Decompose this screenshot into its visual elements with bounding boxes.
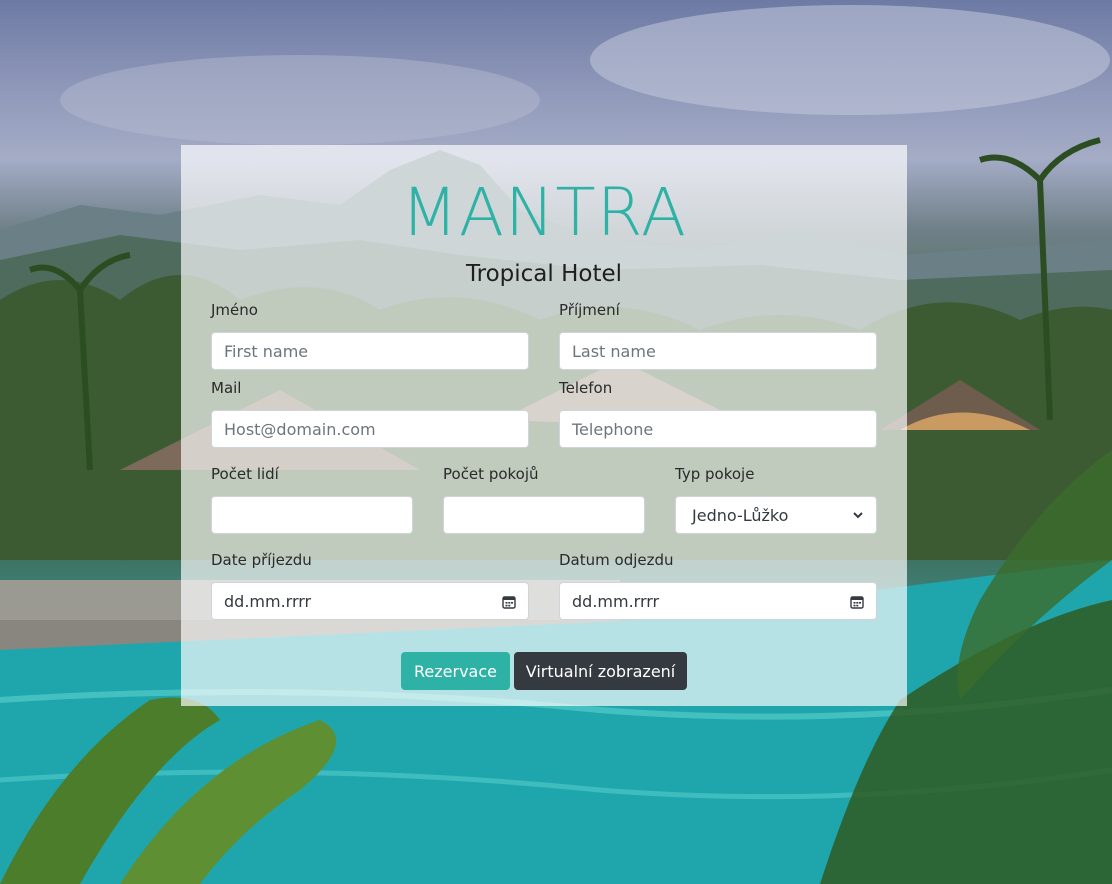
arrival-date-label: Date příjezdu (211, 551, 312, 569)
calendar-icon[interactable] (850, 594, 864, 609)
hotel-subtitle: Tropical Hotel (465, 261, 623, 287)
first-name-label: Jméno (211, 301, 258, 319)
arrival-date-input[interactable]: dd.mm.rrrr (211, 582, 529, 620)
room-count-input[interactable] (443, 496, 645, 534)
virtual-tour-button[interactable]: Virtualní zobrazení (514, 652, 687, 690)
last-name-input[interactable] (559, 332, 877, 370)
mail-input[interactable] (211, 410, 529, 448)
people-count-label: Počet lidí (211, 465, 279, 483)
people-count-input[interactable] (211, 496, 413, 534)
room-type-select[interactable]: Jedno-Lůžko (675, 496, 877, 534)
calendar-icon[interactable] (502, 594, 516, 609)
first-name-input[interactable] (211, 332, 529, 370)
arrival-date-value: dd.mm.rrrr (224, 591, 312, 611)
chevron-down-icon (852, 506, 864, 525)
phone-input[interactable] (559, 410, 877, 448)
room-type-selected-value: Jedno-Lůžko (692, 505, 789, 525)
phone-label: Telefon (559, 379, 613, 397)
departure-date-value: dd.mm.rrrr (572, 591, 660, 611)
reservation-card: MANTRA Tropical Hotel Jméno Příjmení Mai… (181, 145, 907, 706)
room-type-label: Typ pokoje (675, 465, 755, 483)
departure-date-label: Datum odjezdu (559, 551, 674, 569)
hotel-brand-logo: MANTRA (400, 174, 688, 251)
mail-label: Mail (211, 379, 242, 397)
room-count-label: Počet pokojů (443, 465, 539, 483)
reserve-button[interactable]: Rezervace (401, 652, 510, 690)
last-name-label: Příjmení (559, 301, 620, 319)
departure-date-input[interactable]: dd.mm.rrrr (559, 582, 877, 620)
